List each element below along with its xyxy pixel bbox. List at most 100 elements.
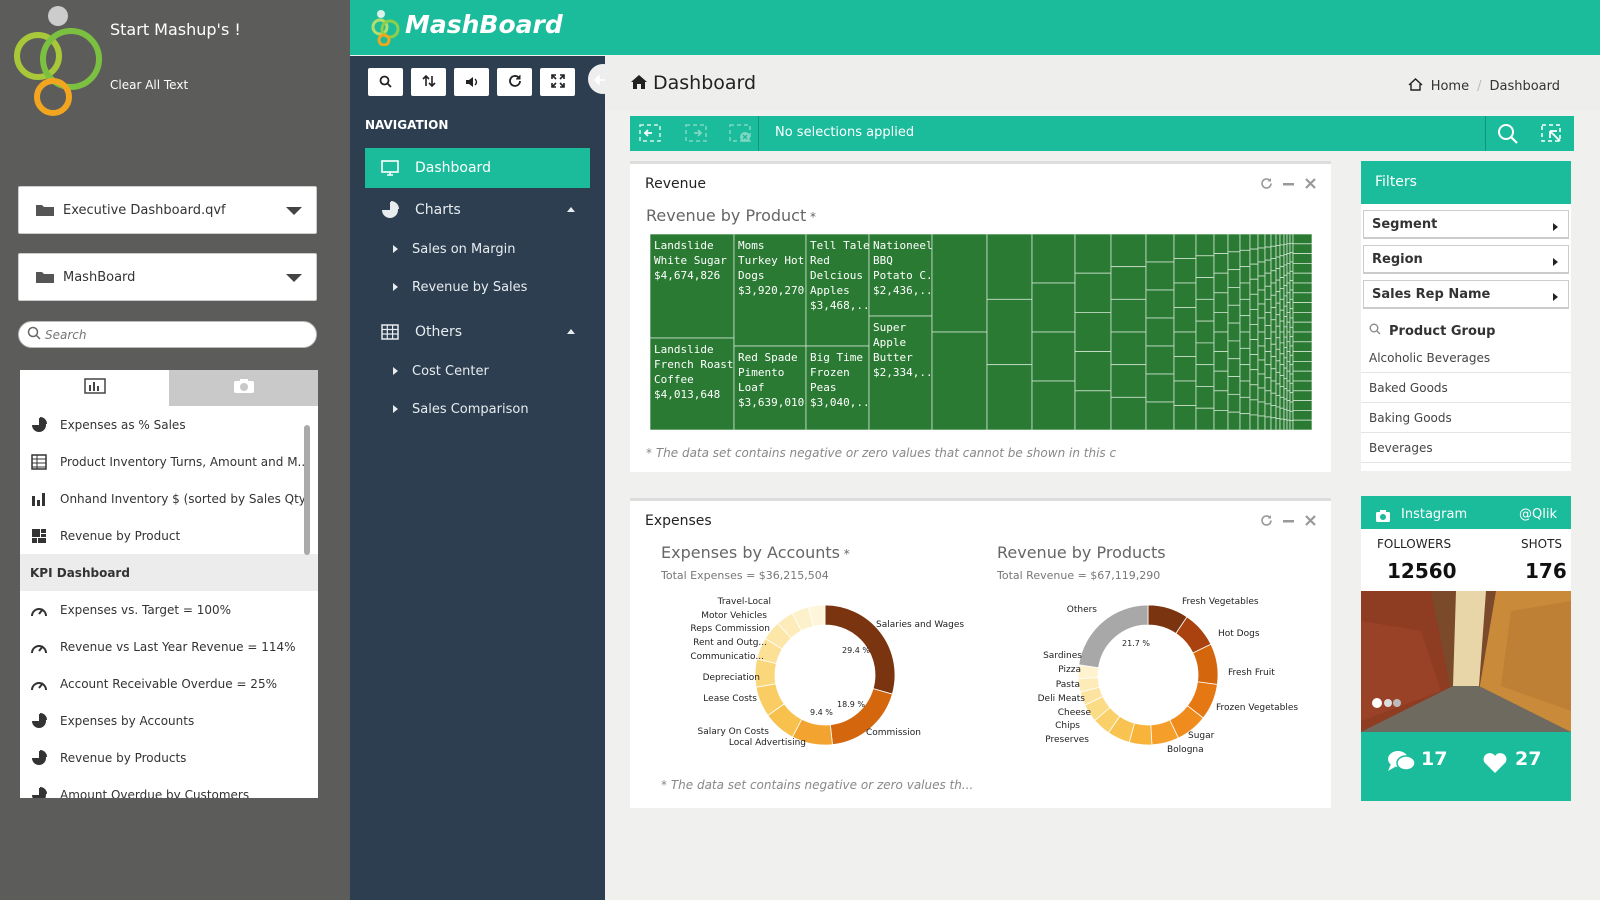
treemap-tile[interactable] [1286, 302, 1291, 313]
treemap-tile[interactable] [1292, 341, 1312, 353]
filter-segment[interactable]: Segment [1363, 210, 1569, 239]
treemap-tile[interactable] [1283, 388, 1288, 400]
treemap-tile[interactable] [1283, 398, 1288, 410]
treemap-tile[interactable] [1286, 331, 1291, 343]
treemap-tile[interactable] [1279, 320, 1285, 333]
treemap-tile[interactable] [1292, 302, 1312, 313]
nav-subitem-cost-center[interactable]: Cost Center [365, 352, 590, 390]
treemap-tile[interactable] [1213, 253, 1229, 274]
treemap-tile[interactable] [1213, 409, 1229, 430]
treemap-tile[interactable] [1292, 272, 1312, 284]
object-list-item[interactable]: Product Inventory Turns, Amount and M... [20, 443, 318, 480]
treemap-tile[interactable] [1279, 342, 1285, 355]
close-icon[interactable] [1303, 513, 1317, 527]
expenses-donut-chart[interactable]: Salaries and Wages Commission Salary On Co… [640, 593, 970, 763]
treemap-tile[interactable] [1289, 308, 1294, 319]
treemap-tile[interactable] [1289, 270, 1294, 282]
treemap-tile[interactable] [1286, 262, 1291, 274]
object-list-item[interactable]: Onhand Inventory $ (sorted by Sales Qty) [20, 480, 318, 517]
treemap-tile[interactable] [1239, 364, 1251, 382]
treemap-tile[interactable] [1270, 405, 1277, 419]
treemap-tile[interactable] [1283, 419, 1288, 430]
treemap-tile[interactable] [1292, 282, 1312, 294]
treemap-tile[interactable] [1275, 302, 1281, 316]
treemap-tile[interactable] [1239, 315, 1251, 333]
treemap-tile[interactable] [1213, 370, 1229, 392]
treemap-tile[interactable] [1283, 357, 1288, 369]
treemap-tile[interactable] [1213, 331, 1229, 353]
treemap-tile[interactable] [1227, 393, 1241, 413]
treemap-tile[interactable] [1270, 356, 1277, 370]
treemap-tile[interactable] [1031, 282, 1076, 333]
treemap-tile[interactable] [1289, 289, 1294, 300]
treemap-tile[interactable] [1283, 408, 1288, 421]
treemap-tile[interactable] [1270, 258, 1277, 272]
treemap-tile[interactable] [1289, 364, 1294, 375]
treemap-tile[interactable] [1110, 298, 1147, 333]
treemap-tile[interactable] [1257, 345, 1266, 361]
treemap-tile[interactable] [1292, 400, 1312, 411]
sound-button[interactable] [454, 68, 489, 96]
treemap-tile[interactable] [1195, 407, 1215, 430]
filter-region[interactable]: Region [1363, 245, 1569, 274]
treemap-tile[interactable] [1213, 351, 1229, 372]
treemap-tile[interactable] [1145, 289, 1175, 319]
treemap-tile[interactable] [1283, 336, 1288, 348]
treemap-tile[interactable] [1173, 307, 1197, 333]
treemap-tile[interactable] [1275, 360, 1281, 373]
treemap-tile[interactable] [1110, 234, 1147, 268]
treemap-tile[interactable] [1270, 380, 1277, 394]
treemap-tile[interactable] [1213, 390, 1229, 411]
treemap-tile[interactable] [1283, 285, 1288, 297]
treemap-tile[interactable] [1286, 370, 1291, 382]
treemap-tile[interactable] [1270, 343, 1277, 357]
treemap-tile[interactable] [1292, 292, 1312, 303]
treemap-tile[interactable] [1275, 395, 1281, 408]
treemap-tile[interactable] [1275, 279, 1281, 293]
treemap-tile[interactable] [1289, 242, 1294, 254]
object-list-item[interactable]: Revenue by Products [20, 739, 318, 776]
instagram-photo[interactable] [1361, 591, 1571, 732]
treemap-tile[interactable] [1264, 298, 1272, 313]
treemap-tile[interactable] [1289, 410, 1294, 422]
treemap-tile[interactable] [1074, 351, 1112, 392]
treemap-tile[interactable] [1275, 245, 1281, 258]
treemap-tile[interactable] [1031, 331, 1076, 382]
revenue-treemap[interactable]: Landslide White Sugar $4,674,826 Landslide F… [650, 234, 1312, 430]
fullscreen-button[interactable] [540, 68, 575, 96]
treemap-tile[interactable] [1275, 268, 1281, 281]
treemap-tile[interactable] [1275, 418, 1281, 430]
treemap-tile[interactable] [1292, 331, 1312, 343]
treemap-tile[interactable] [1292, 380, 1312, 392]
revenue-donut-chart[interactable]: Fresh Vegetables Hot Dogs Fresh Fruit Froze… [980, 593, 1320, 763]
treemap-tile[interactable] [1289, 280, 1294, 291]
treemap-tile[interactable] [1173, 380, 1197, 406]
treemap-tile[interactable] [1279, 277, 1285, 289]
treemap-tile[interactable] [1239, 413, 1251, 430]
treemap-tile[interactable] [931, 331, 988, 430]
filter-option[interactable]: Baked Goods [1361, 373, 1571, 403]
treemap-tile[interactable] [1239, 266, 1251, 284]
treemap-tile[interactable] [1195, 342, 1215, 366]
treemap-tile[interactable] [1283, 274, 1288, 286]
treemap-tile[interactable] [1264, 246, 1272, 261]
treemap-tile[interactable] [1249, 399, 1259, 416]
treemap-tile[interactable] [1283, 243, 1288, 256]
filter-option[interactable]: Baking Goods [1361, 403, 1571, 433]
tab-snapshots[interactable] [169, 370, 318, 406]
treemap-tile[interactable] [1195, 386, 1215, 409]
nav-item-others[interactable]: Others [365, 312, 590, 352]
object-list-item[interactable]: Account Receivable Overdue = 25% [20, 665, 318, 702]
treemap-tile[interactable] [1279, 418, 1285, 430]
treemap-tile[interactable] [1264, 325, 1272, 339]
treemap-tile[interactable] [1289, 354, 1294, 366]
treemap-tile[interactable] [1195, 320, 1215, 344]
treemap-tile[interactable] [1286, 400, 1291, 411]
treemap-tile[interactable] [1279, 266, 1285, 278]
instagram-handle[interactable]: @Qlik [1519, 507, 1557, 522]
treemap-tile[interactable] [1286, 409, 1291, 421]
treemap-tile[interactable] [1110, 396, 1147, 430]
nav-item-dashboard[interactable]: Dashboard [365, 148, 590, 188]
treemap-tile[interactable] [1195, 255, 1215, 278]
treemap-tile[interactable] [1275, 325, 1281, 339]
